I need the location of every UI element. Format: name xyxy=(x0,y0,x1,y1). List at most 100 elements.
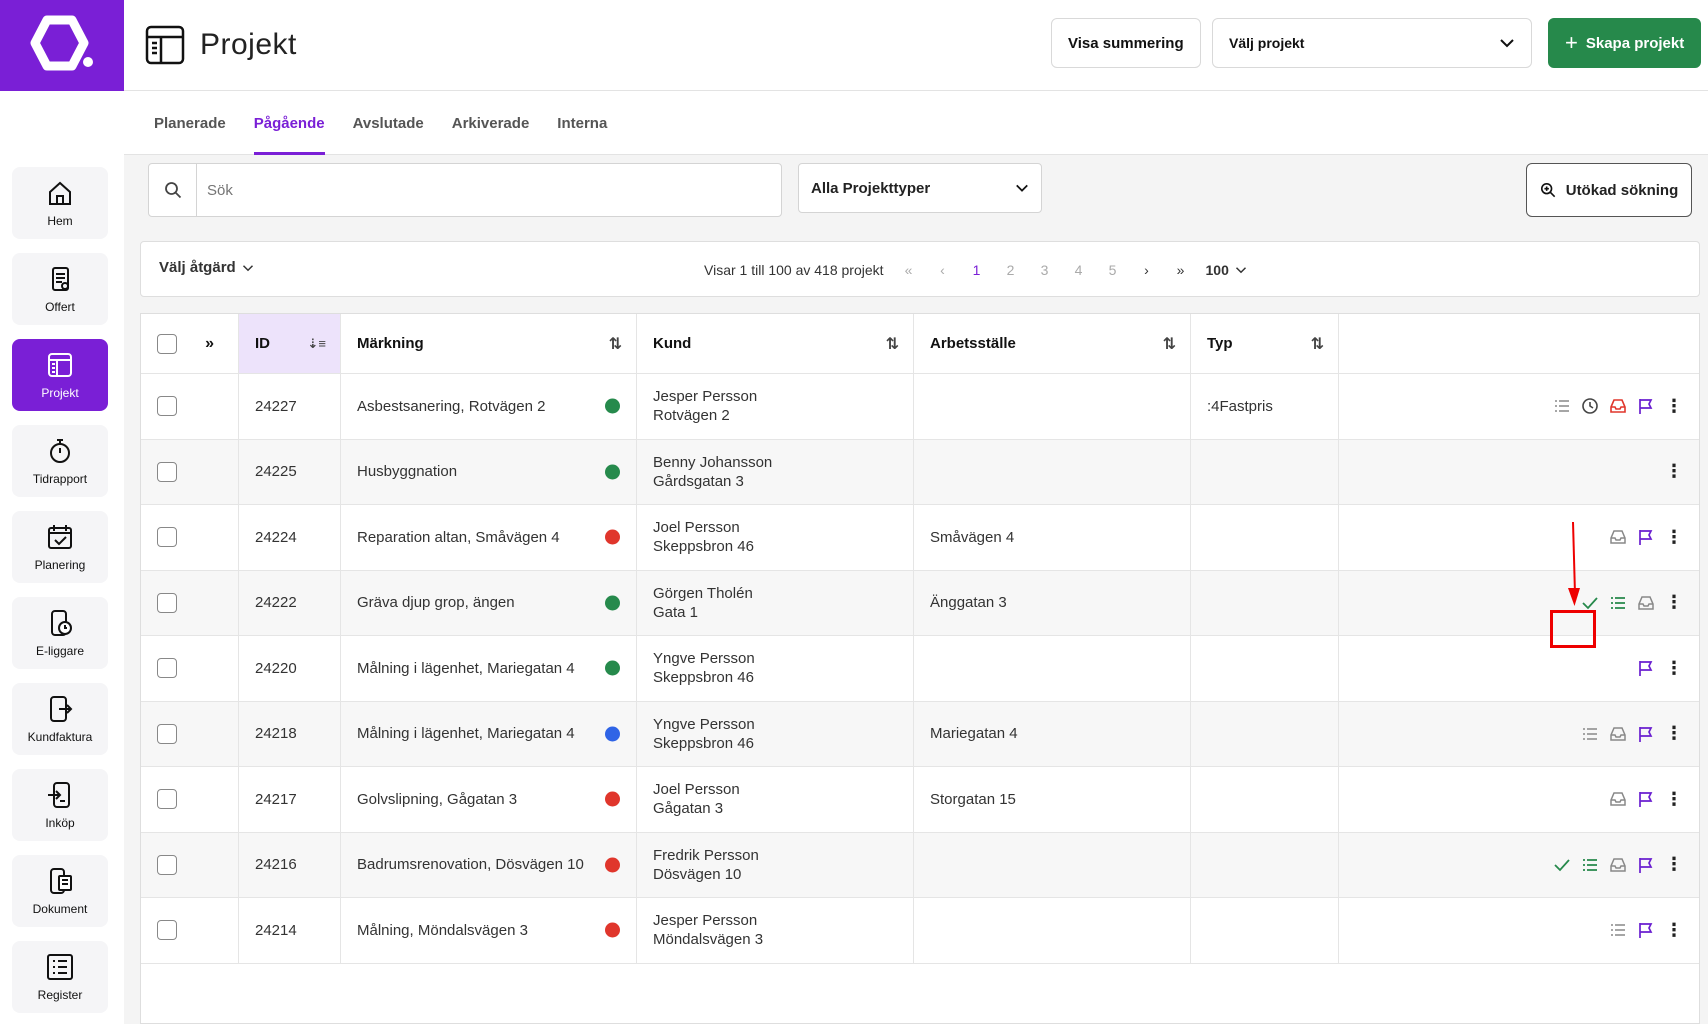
sidebar-item-dokument[interactable]: Dokument xyxy=(12,855,108,927)
first-page-button[interactable]: « xyxy=(892,262,926,278)
more-options-icon[interactable]: ⋮ xyxy=(1665,527,1683,548)
list-icon[interactable] xyxy=(1581,725,1599,743)
row-checkbox[interactable] xyxy=(157,592,177,613)
inbox-icon[interactable] xyxy=(1637,594,1655,612)
more-options-icon[interactable]: ⋮ xyxy=(1665,723,1683,744)
row-checkbox[interactable] xyxy=(157,723,177,744)
list-green-icon[interactable] xyxy=(1581,856,1599,874)
page-button[interactable]: 1 xyxy=(960,262,994,278)
flag-icon[interactable] xyxy=(1637,725,1655,743)
project-label[interactable]: Målning i lägenhet, Mariegatan 4 xyxy=(357,660,575,677)
table-row[interactable]: 24214 Målning, Möndalsvägen 3 Jesper Perss… xyxy=(141,898,1699,964)
list-green-icon[interactable] xyxy=(1609,594,1627,612)
flag-icon[interactable] xyxy=(1637,528,1655,546)
tab-pågående[interactable]: Pågående xyxy=(240,91,339,155)
sidebar-item-kundfaktura[interactable]: Kundfaktura xyxy=(12,683,108,755)
advanced-search-button[interactable]: Utökad sökning xyxy=(1526,163,1692,217)
project-label[interactable]: Husbyggnation xyxy=(357,463,457,480)
show-summary-button[interactable]: Visa summering xyxy=(1051,18,1201,68)
sidebar-item-offert[interactable]: Offert xyxy=(12,253,108,325)
project-label[interactable]: Reparation altan, Småvägen 4 xyxy=(357,529,560,546)
clock-icon[interactable] xyxy=(1581,397,1599,415)
select-all-checkbox[interactable] xyxy=(157,333,177,354)
project-select[interactable]: Välj projekt xyxy=(1212,18,1532,68)
list-icon[interactable] xyxy=(1553,397,1571,415)
sidebar-item-hem[interactable]: Hem xyxy=(12,167,108,239)
inbox-icon[interactable] xyxy=(1609,856,1627,874)
sort-ascending-icon[interactable]: ⇣≡ xyxy=(308,336,326,352)
expand-columns-icon[interactable]: » xyxy=(205,335,214,353)
search-input[interactable] xyxy=(197,164,781,216)
more-options-icon[interactable]: ⋮ xyxy=(1665,658,1683,679)
column-header-type[interactable]: Typ ⇅ xyxy=(1191,314,1339,373)
inbox-red-icon[interactable] xyxy=(1609,397,1627,415)
more-options-icon[interactable]: ⋮ xyxy=(1665,396,1683,417)
more-options-icon[interactable]: ⋮ xyxy=(1665,461,1683,482)
flag-icon[interactable] xyxy=(1637,921,1655,939)
more-options-icon[interactable]: ⋮ xyxy=(1665,592,1683,613)
project-label[interactable]: Badrumsrenovation, Dösvägen 10 xyxy=(357,856,584,873)
table-row[interactable]: 24227 Asbestsanering, Rotvägen 2 Jesper Pe… xyxy=(141,374,1699,440)
row-checkbox[interactable] xyxy=(157,854,177,875)
inbox-icon[interactable] xyxy=(1609,725,1627,743)
column-header-worksite[interactable]: Arbetsställe ⇅ xyxy=(914,314,1191,373)
project-label[interactable]: Målning, Möndalsvägen 3 xyxy=(357,922,528,939)
page-button[interactable]: 3 xyxy=(1028,262,1062,278)
flag-icon[interactable] xyxy=(1637,659,1655,677)
row-checkbox[interactable] xyxy=(157,920,177,941)
last-page-button[interactable]: » xyxy=(1164,262,1198,278)
column-header-customer[interactable]: Kund ⇅ xyxy=(637,314,914,373)
list-icon[interactable] xyxy=(1609,921,1627,939)
app-logo[interactable] xyxy=(0,0,124,91)
project-label[interactable]: Målning i lägenhet, Mariegatan 4 xyxy=(357,725,575,742)
row-checkbox[interactable] xyxy=(157,396,177,417)
sort-icon[interactable]: ⇅ xyxy=(1311,334,1324,354)
inbox-icon[interactable] xyxy=(1609,790,1627,808)
table-row[interactable]: 24218 Målning i lägenhet, Mariegatan 4 Yng… xyxy=(141,701,1699,767)
more-options-icon[interactable]: ⋮ xyxy=(1665,854,1683,875)
sidebar-item-inköp[interactable]: Inköp xyxy=(12,769,108,841)
table-row[interactable]: 24216 Badrumsrenovation, Dösvägen 10 Fredr… xyxy=(141,832,1699,898)
project-label[interactable]: Golvslipning, Gågatan 3 xyxy=(357,791,517,808)
row-checkbox[interactable] xyxy=(157,658,177,679)
per-page-select[interactable]: 100 xyxy=(1206,262,1247,278)
tab-interna[interactable]: Interna xyxy=(543,91,621,155)
flag-icon[interactable] xyxy=(1637,856,1655,874)
tab-arkiverade[interactable]: Arkiverade xyxy=(438,91,544,155)
sidebar-item-register[interactable]: Register xyxy=(12,941,108,1013)
more-options-icon[interactable]: ⋮ xyxy=(1665,789,1683,810)
table-row[interactable]: 24217 Golvslipning, Gågatan 3 Joel Persson… xyxy=(141,767,1699,833)
column-header-marking[interactable]: Märkning ⇅ xyxy=(341,314,637,373)
create-project-button[interactable]: + Skapa projekt xyxy=(1548,18,1702,68)
more-options-icon[interactable]: ⋮ xyxy=(1665,920,1683,941)
next-page-button[interactable]: › xyxy=(1130,262,1164,278)
column-header-id[interactable]: ID ⇣≡ xyxy=(239,314,341,373)
tab-planerade[interactable]: Planerade xyxy=(140,91,240,155)
table-row[interactable]: 24220 Målning i lägenhet, Mariegatan 4 Yng… xyxy=(141,636,1699,702)
tab-avslutade[interactable]: Avslutade xyxy=(339,91,438,155)
action-select[interactable]: Välj åtgärd xyxy=(159,259,254,276)
sidebar-item-projekt[interactable]: Projekt xyxy=(12,339,108,411)
project-type-select[interactable]: Alla Projekttyper xyxy=(798,163,1042,213)
sort-icon[interactable]: ⇅ xyxy=(886,334,899,354)
sidebar-item-planering[interactable]: Planering xyxy=(12,511,108,583)
page-button[interactable]: 5 xyxy=(1096,262,1130,278)
row-checkbox[interactable] xyxy=(157,789,177,810)
table-row[interactable]: 24225 Husbyggnation Benny Johansson Gårdsga… xyxy=(141,439,1699,505)
sidebar-item-e-liggare[interactable]: E-liggare xyxy=(12,597,108,669)
page-button[interactable]: 2 xyxy=(994,262,1028,278)
sort-icon[interactable]: ⇅ xyxy=(1163,334,1176,354)
table-row[interactable]: 24222 Gräva djup grop, ängen Görgen Tholén… xyxy=(141,570,1699,636)
table-row[interactable]: 24224 Reparation altan, Småvägen 4 Joel Pe… xyxy=(141,505,1699,571)
project-label[interactable]: Asbestsanering, Rotvägen 2 xyxy=(357,398,545,415)
page-button[interactable]: 4 xyxy=(1062,262,1096,278)
flag-icon[interactable] xyxy=(1637,397,1655,415)
inbox-icon[interactable] xyxy=(1609,528,1627,546)
project-label[interactable]: Gräva djup grop, ängen xyxy=(357,594,515,611)
check-icon[interactable] xyxy=(1553,856,1571,874)
row-checkbox[interactable] xyxy=(157,527,177,548)
prev-page-button[interactable]: ‹ xyxy=(926,262,960,278)
sort-icon[interactable]: ⇅ xyxy=(609,334,622,354)
row-checkbox[interactable] xyxy=(157,461,177,482)
flag-icon[interactable] xyxy=(1637,790,1655,808)
